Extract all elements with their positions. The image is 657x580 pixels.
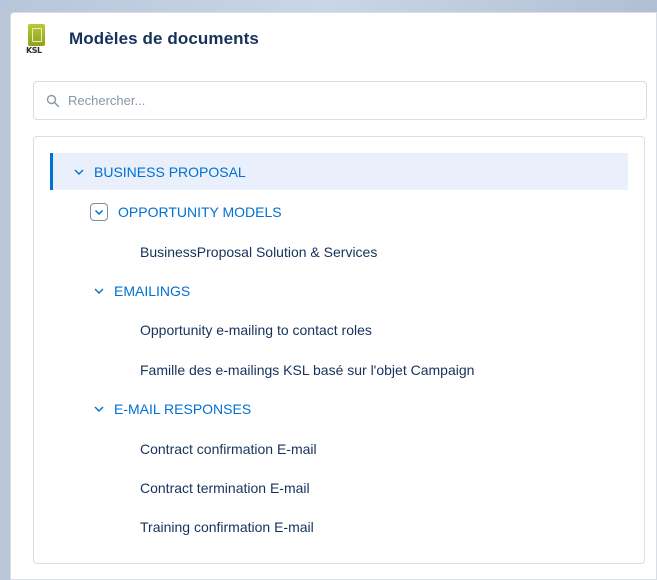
tree-node-business-proposal[interactable]: BUSINESS PROPOSAL bbox=[72, 154, 246, 190]
tree-leaf-label: Contract termination E-mail bbox=[140, 480, 310, 496]
search-input[interactable] bbox=[66, 92, 630, 109]
tree-leaf-opportunity-emailing[interactable]: Opportunity e-mailing to contact roles bbox=[140, 312, 372, 348]
tree-leaf-label: Training confirmation E-mail bbox=[140, 519, 314, 535]
tree-leaf-label: BusinessProposal Solution & Services bbox=[140, 244, 378, 260]
template-tree: BUSINESS PROPOSAL OPPORTUNITY MODELS Bus… bbox=[33, 136, 645, 564]
tree-leaf-training-confirmation[interactable]: Training confirmation E-mail bbox=[140, 509, 314, 545]
chevron-down-icon[interactable] bbox=[92, 284, 106, 298]
chevron-down-icon[interactable] bbox=[90, 203, 108, 221]
chevron-down-icon[interactable] bbox=[72, 165, 86, 179]
tree-leaf-label: Opportunity e-mailing to contact roles bbox=[140, 322, 372, 338]
tree-leaf-label: Famille des e-mailings KSL basé sur l'ob… bbox=[140, 362, 475, 378]
tree-leaf-contract-termination[interactable]: Contract termination E-mail bbox=[140, 470, 310, 506]
tree-leaf-famille-emailings[interactable]: Famille des e-mailings KSL basé sur l'ob… bbox=[140, 352, 474, 388]
tree-leaf-businessproposal[interactable]: BusinessProposal Solution & Services bbox=[140, 234, 377, 270]
tree-leaf-label: Contract confirmation E-mail bbox=[140, 441, 317, 457]
tree-node-label: E-MAIL RESPONSES bbox=[114, 401, 252, 417]
tree-leaf-contract-confirmation[interactable]: Contract confirmation E-mail bbox=[140, 431, 317, 467]
search-icon bbox=[46, 94, 60, 108]
tree-node-opportunity-models[interactable]: OPPORTUNITY MODELS bbox=[90, 194, 282, 230]
ksl-logo: KSL bbox=[26, 24, 52, 55]
page-title: Modèles de documents bbox=[69, 29, 259, 48]
tree-node-email-responses[interactable]: E-MAIL RESPONSES bbox=[92, 391, 251, 427]
tree-node-label: OPPORTUNITY MODELS bbox=[118, 204, 282, 220]
panel-header: KSL Modèles de documents bbox=[26, 24, 259, 55]
chevron-down-icon[interactable] bbox=[92, 402, 106, 416]
tree-node-label: BUSINESS PROPOSAL bbox=[94, 164, 246, 180]
search-box[interactable] bbox=[33, 81, 647, 120]
page-background bbox=[0, 0, 657, 12]
tree-node-label: EMAILINGS bbox=[114, 283, 191, 299]
tree-node-emailings[interactable]: EMAILINGS bbox=[92, 273, 190, 309]
